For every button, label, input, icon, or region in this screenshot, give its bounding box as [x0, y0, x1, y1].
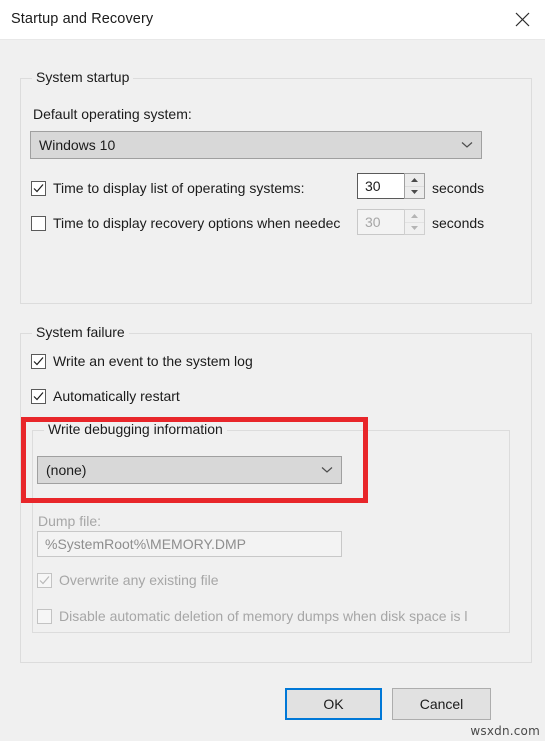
disable-automatic-deletion-label: Disable automatic deletion of memory dum…	[59, 608, 468, 624]
spin-down-icon	[405, 223, 424, 235]
dump-file-input: %SystemRoot%\MEMORY.DMP	[37, 531, 342, 557]
recovery-timeout-label: Time to display recovery options when ne…	[53, 215, 341, 231]
checkbox-box	[31, 180, 46, 196]
boot-timeout-spin-buttons[interactable]	[404, 173, 425, 199]
watermark: wsxdn.com	[470, 724, 540, 738]
checkbox-box	[31, 215, 46, 231]
window-title: Startup and Recovery	[11, 11, 154, 27]
write-debugging-information-value: (none)	[46, 462, 87, 478]
write-debugging-information-dropdown[interactable]: (none)	[37, 456, 342, 484]
spin-up-icon	[405, 210, 424, 223]
recovery-timeout-spinner: 30	[357, 209, 425, 235]
title-bar: Startup and Recovery	[0, 0, 545, 40]
checkmark-icon	[33, 391, 44, 400]
checkbox-box	[31, 353, 46, 369]
disable-automatic-deletion-checkbox: Disable automatic deletion of memory dum…	[37, 608, 507, 624]
automatically-restart-label: Automatically restart	[53, 388, 180, 404]
recovery-timeout-unit-label: seconds	[432, 215, 485, 231]
spin-up-icon[interactable]	[405, 174, 424, 187]
checkbox-box	[37, 608, 52, 624]
chevron-down-icon	[313, 466, 341, 474]
overwrite-existing-file-label: Overwrite any existing file	[59, 572, 219, 588]
checkmark-icon	[33, 356, 44, 365]
recovery-timeout-value: 30	[357, 209, 404, 235]
write-event-label: Write an event to the system log	[53, 353, 253, 369]
spin-down-icon[interactable]	[405, 187, 424, 199]
boot-timeout-spinner[interactable]: 30	[357, 173, 425, 199]
default-operating-system-value: Windows 10	[39, 137, 116, 153]
write-debugging-information-group-label: Write debugging information	[44, 421, 227, 437]
dump-file-label: Dump file:	[38, 513, 102, 529]
checkmark-icon	[33, 183, 44, 192]
overwrite-existing-file-checkbox: Overwrite any existing file	[37, 572, 219, 588]
checkbox-box	[31, 388, 46, 404]
write-event-checkbox[interactable]: Write an event to the system log	[31, 353, 253, 369]
boot-timeout-checkbox[interactable]: Time to display list of operating system…	[31, 180, 305, 196]
chevron-down-icon	[453, 141, 481, 149]
system-startup-group-label: System startup	[32, 69, 134, 85]
recovery-timeout-checkbox[interactable]: Time to display recovery options when ne…	[31, 215, 349, 231]
boot-timeout-label: Time to display list of operating system…	[53, 180, 305, 196]
startup-and-recovery-dialog: Startup and Recovery System startup Defa…	[0, 0, 545, 741]
close-button[interactable]	[499, 0, 545, 39]
default-operating-system-label: Default operating system:	[33, 106, 192, 122]
automatically-restart-checkbox[interactable]: Automatically restart	[31, 388, 180, 404]
cancel-button[interactable]: Cancel	[392, 688, 491, 720]
recovery-timeout-spin-buttons	[404, 209, 425, 235]
system-failure-group-label: System failure	[32, 324, 129, 340]
checkmark-icon	[39, 575, 50, 584]
boot-timeout-value[interactable]: 30	[357, 173, 404, 199]
ok-button[interactable]: OK	[285, 688, 382, 720]
default-operating-system-dropdown[interactable]: Windows 10	[30, 131, 482, 159]
close-icon	[515, 12, 530, 27]
checkbox-box	[37, 572, 52, 588]
boot-timeout-unit-label: seconds	[432, 180, 485, 196]
